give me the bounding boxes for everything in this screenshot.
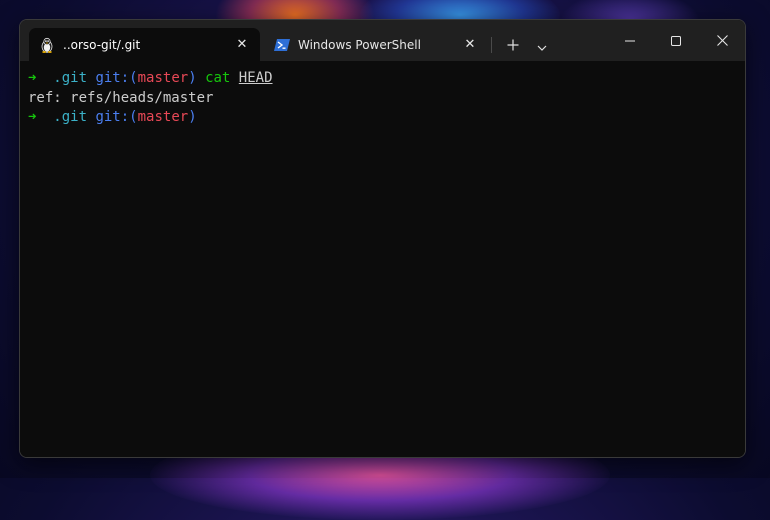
prompt-branch: master xyxy=(137,109,189,125)
tab-label: ..orso-git/.git xyxy=(63,37,141,52)
tab-label: Windows PowerShell xyxy=(298,37,421,52)
prompt-paren-close: ) xyxy=(188,109,197,125)
prompt-arrow-icon: ➜ xyxy=(28,109,37,125)
minimize-icon xyxy=(625,31,635,50)
prompt-line: ➜ .git git:(master) xyxy=(28,108,745,128)
prompt-arrow-icon: ➜ xyxy=(28,70,37,86)
prompt-paren-open: ( xyxy=(129,109,138,125)
prompt-paren-open: ( xyxy=(129,70,138,86)
maximize-button[interactable] xyxy=(653,20,699,61)
maximize-icon xyxy=(671,31,681,50)
command-argument: HEAD xyxy=(238,70,273,86)
prompt-directory: .git xyxy=(53,109,88,125)
tab-close-button[interactable]: ✕ xyxy=(456,33,484,57)
prompt-git-label: git: xyxy=(95,109,130,125)
new-tab-button[interactable] xyxy=(499,32,527,58)
command-output: ref: refs/heads/master xyxy=(28,89,214,106)
terminal-window: ..orso-git/.git ✕ Windows PowerShell ✕ ➜… xyxy=(19,19,746,458)
terminal-content[interactable]: ➜ .git git:(master) cat HEAD ref: refs/h… xyxy=(20,61,745,457)
minimize-button[interactable] xyxy=(607,20,653,61)
prompt-branch: master xyxy=(137,70,189,86)
command-name: cat xyxy=(205,70,231,86)
close-window-button[interactable] xyxy=(699,20,745,61)
tab-windows-powershell[interactable]: Windows PowerShell ✕ xyxy=(264,28,488,61)
prompt-line: ➜ .git git:(master) cat HEAD xyxy=(28,69,745,89)
chevron-down-icon xyxy=(537,36,547,55)
powershell-icon xyxy=(274,37,290,53)
tab-divider xyxy=(491,37,492,53)
prompt-git-label: git: xyxy=(95,70,130,86)
close-icon xyxy=(716,31,728,50)
plus-icon xyxy=(507,36,519,55)
tab-close-button[interactable]: ✕ xyxy=(228,33,256,57)
titlebar[interactable]: ..orso-git/.git ✕ Windows PowerShell ✕ xyxy=(20,20,745,61)
linux-penguin-icon xyxy=(39,37,55,53)
profile-dropdown-button[interactable] xyxy=(528,32,556,58)
prompt-directory: .git xyxy=(53,70,88,86)
prompt-paren-close: ) xyxy=(188,70,197,86)
tab-orso-git[interactable]: ..orso-git/.git ✕ xyxy=(29,28,260,61)
